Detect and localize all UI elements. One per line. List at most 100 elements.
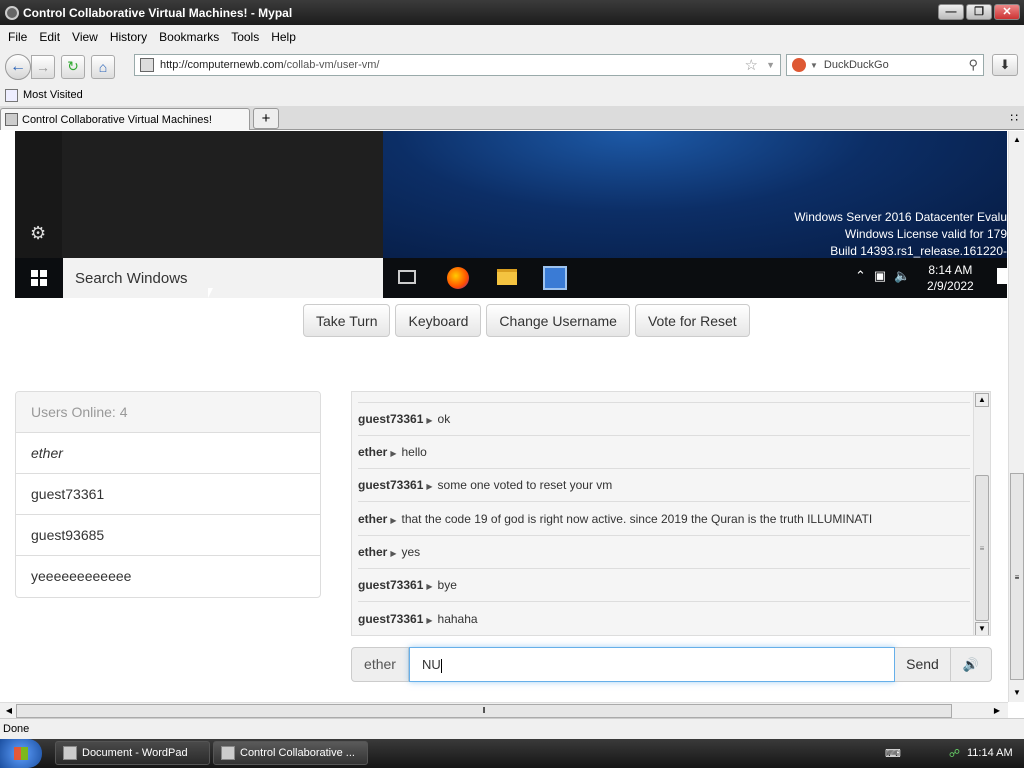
vm-file-explorer-icon[interactable] (497, 269, 517, 285)
chat-input[interactable]: NU (409, 647, 895, 682)
scroll-down-arrow-icon[interactable]: ▼ (1010, 686, 1024, 700)
url-bar[interactable]: http://computernewb.com/collab-vm/user-v… (134, 54, 781, 76)
windows-taskbar: Document - WordPad Control Collaborative… (0, 739, 1024, 768)
scroll-down-arrow-icon[interactable]: ▼ (975, 622, 989, 635)
reload-icon: ↻ (67, 58, 79, 74)
chat-text: that the code 19 of god is right now act… (401, 512, 873, 526)
scroll-up-arrow-icon[interactable]: ▲ (1010, 133, 1024, 147)
vm-search-box[interactable]: Search Windows (63, 258, 383, 298)
taskbar-item-wordpad[interactable]: Document - WordPad (55, 741, 210, 765)
vm-display[interactable]: ⚙ Windows Server 2016 Datacenter Evalu W… (15, 131, 1007, 298)
taskbar-clock[interactable]: 11:14 AM (967, 739, 1013, 768)
home-button[interactable]: ⌂ (91, 54, 115, 79)
keyboard-layout-icon[interactable]: ⌨ (885, 747, 901, 760)
take-turn-button[interactable]: Take Turn (303, 304, 391, 337)
vm-windows-start-icon[interactable] (31, 270, 47, 286)
menu-view[interactable]: View (66, 30, 104, 44)
bookmark-most-visited[interactable]: Most Visited (23, 89, 83, 101)
vm-volume-muted-icon[interactable]: 🔈 (894, 268, 910, 284)
vm-action-center-icon[interactable] (997, 268, 1007, 284)
chat-input-value: NU (422, 657, 441, 672)
chat-panel: guest73361 ▶ ok ether ▶ hello guest73361 ▶ som… (351, 391, 991, 636)
vm-task-view-icon[interactable] (398, 270, 416, 284)
windows-logo-icon (14, 747, 28, 760)
url-host: http://computernewb.com (160, 59, 284, 71)
minimize-button[interactable]: — (938, 4, 964, 20)
chat-scrollbar[interactable]: ▲ ≡ ▼ (973, 392, 990, 635)
menu-history[interactable]: History (104, 30, 153, 44)
taskbar-item-label: Control Collaborative ... (240, 747, 355, 759)
list-all-tabs-icon[interactable]: ∷ (1010, 111, 1018, 125)
reload-button[interactable]: ↻ (61, 54, 85, 79)
vm-settings-gear-icon[interactable]: ⚙ (30, 223, 46, 244)
menu-bookmarks[interactable]: Bookmarks (153, 30, 225, 44)
change-username-button[interactable]: Change Username (486, 304, 630, 337)
download-arrow-icon: ⬇ (999, 57, 1011, 72)
maximize-button[interactable]: ❐ (966, 4, 992, 20)
sound-toggle-button[interactable]: 🔊 (951, 647, 992, 682)
search-box[interactable]: ▼ DuckDuckGo ⚲ (786, 54, 984, 76)
plus-icon: + (261, 110, 271, 127)
window-title: Control Collaborative Virtual Machines! … (23, 5, 293, 20)
chat-message: ether ▶ that the code 19 of god is right n… (358, 503, 970, 536)
search-icon[interactable]: ⚲ (968, 57, 978, 73)
page-hscroll-thumb[interactable]: ‖ (16, 704, 952, 718)
vm-server-manager-icon[interactable] (543, 266, 567, 290)
site-identity-icon[interactable] (140, 58, 154, 72)
page-vertical-scrollbar[interactable]: ▲ ≡ ▼ (1008, 131, 1024, 702)
close-button[interactable]: ✕ (994, 4, 1020, 20)
vm-start-menu[interactable]: ⚙ (15, 131, 383, 258)
vm-firefox-icon[interactable] (447, 267, 469, 289)
vm-clock[interactable]: 8:14 AM 2/9/2022 (927, 262, 974, 294)
vm-network-icon[interactable]: ▣ (874, 268, 886, 284)
chat-text: ok (437, 412, 451, 426)
bookmark-star-icon[interactable]: ☆ (745, 56, 758, 74)
arrow-icon: ▶ (390, 516, 397, 525)
vm-desktop[interactable]: Windows Server 2016 Datacenter Evalu Win… (383, 131, 1007, 258)
status-text: Done (3, 723, 30, 735)
chat-text: hello (401, 445, 427, 459)
downloads-button[interactable]: ⬇ (992, 54, 1018, 76)
duckduckgo-icon[interactable] (792, 58, 806, 72)
send-button[interactable]: Send (895, 647, 951, 682)
forward-button[interactable]: → (31, 54, 55, 79)
chat-username-label: ether (351, 647, 409, 682)
user-item: guest93685 (16, 515, 320, 556)
menu-bar: File Edit View History Bookmarks Tools H… (0, 25, 1024, 49)
search-engine-dropdown-icon[interactable]: ▼ (810, 61, 818, 70)
chat-text: yes (401, 545, 421, 559)
url-history-dropdown-icon[interactable]: ▼ (766, 60, 775, 70)
system-tray: ⌨ ☍ (885, 739, 960, 768)
windows-start-button[interactable] (0, 739, 42, 768)
chat-scroll-thumb[interactable]: ≡ (975, 475, 989, 621)
window-titlebar: Control Collaborative Virtual Machines! … (0, 0, 1024, 25)
page-vscroll-thumb[interactable]: ≡ (1010, 473, 1024, 680)
menu-help[interactable]: Help (265, 30, 302, 44)
tab-bar: Control Collaborative Virtual Machines! … (0, 106, 1024, 130)
scroll-up-arrow-icon[interactable]: ▲ (975, 393, 989, 407)
chat-text: hahaha (437, 612, 478, 626)
vm-clock-date: 2/9/2022 (927, 279, 974, 293)
chat-username: guest73361 (358, 412, 424, 426)
taskbar-item-mypal[interactable]: Control Collaborative ... (213, 741, 368, 765)
tab-collab-vm[interactable]: Control Collaborative Virtual Machines! (0, 108, 250, 130)
arrow-icon: ▶ (390, 549, 397, 558)
menu-tools[interactable]: Tools (225, 30, 265, 44)
taskbar-item-label: Document - WordPad (82, 747, 188, 759)
menu-edit[interactable]: Edit (33, 30, 66, 44)
page-horizontal-scrollbar[interactable]: ◀ ‖ ▶ (0, 702, 1008, 718)
keyboard-button[interactable]: Keyboard (395, 304, 482, 337)
vm-tray-chevron-icon[interactable]: ⌃ (855, 268, 866, 284)
chat-message-partial (358, 392, 970, 403)
menu-file[interactable]: File (2, 30, 33, 44)
scroll-right-arrow-icon[interactable]: ▶ (990, 704, 1004, 718)
wordpad-icon (63, 746, 77, 760)
vote-reset-button[interactable]: Vote for Reset (634, 304, 750, 337)
network-icon[interactable]: ☍ (949, 747, 960, 760)
back-button[interactable]: ← (5, 53, 31, 80)
new-tab-button[interactable]: + (253, 108, 279, 129)
scroll-left-arrow-icon[interactable]: ◀ (2, 704, 16, 718)
chat-username: guest73361 (358, 578, 424, 592)
arrow-icon: ▶ (426, 482, 433, 491)
window-controls: — ❐ ✕ (938, 4, 1020, 20)
